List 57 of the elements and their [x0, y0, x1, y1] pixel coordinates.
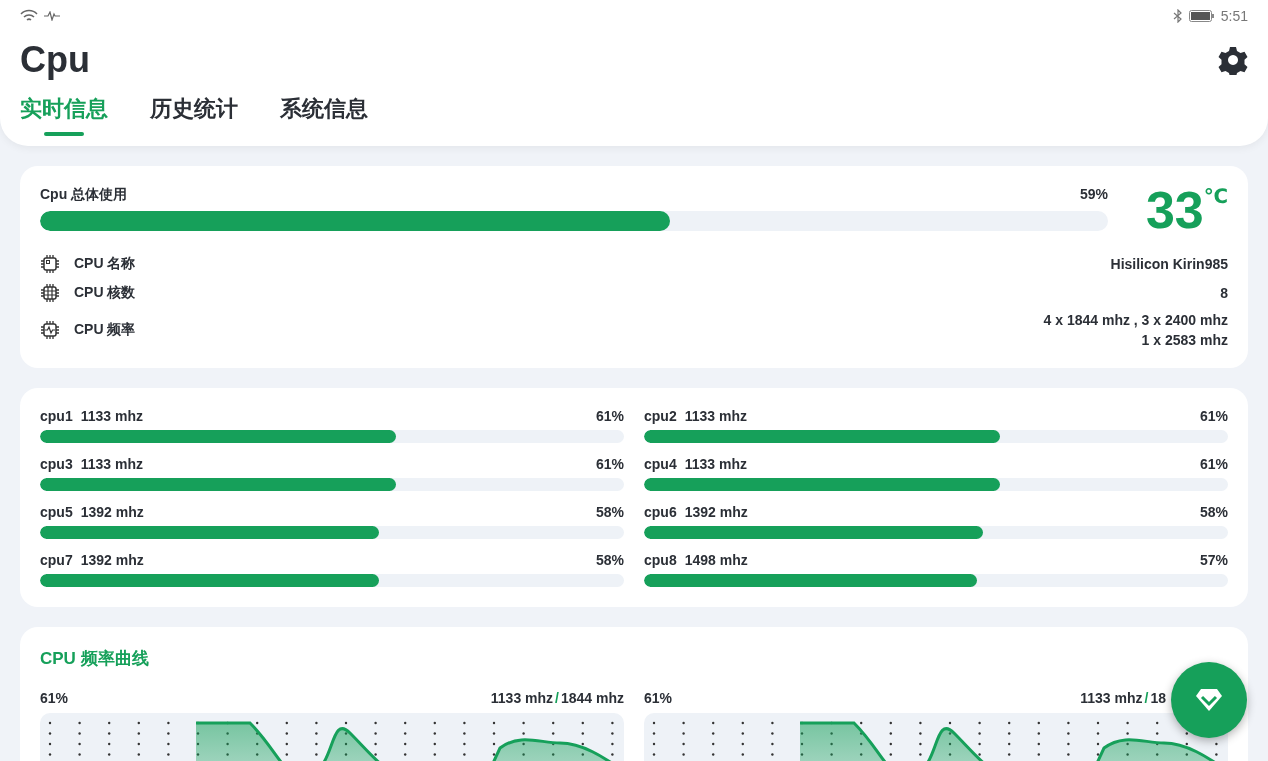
core-reading: 61%: [595, 408, 624, 424]
core-frequency: 1133 mhz: [684, 456, 747, 472]
signal-wave-icon: [44, 11, 60, 21]
core-reading: 58%: [595, 552, 624, 568]
max-frequency: 18: [1150, 690, 1166, 706]
info-value: Hisilicon Kirin985: [1110, 256, 1228, 272]
chip-grid-icon: [40, 283, 60, 303]
tab[interactable]: 系统信息: [280, 94, 368, 136]
curve-reading: 61%: [644, 690, 673, 706]
curve-reading: 61%: [40, 690, 69, 706]
core-name: cpu2: [644, 408, 677, 424]
core-name: cpu5: [40, 504, 73, 520]
core-frequency: 1133 mhz: [684, 408, 747, 424]
core-reading: 61%: [595, 456, 624, 472]
status-time: 5:51: [1220, 8, 1248, 24]
core-reading: 57%: [1199, 552, 1228, 568]
core-name: cpu4: [644, 456, 677, 472]
chip-pulse-icon: [40, 320, 60, 340]
core-frequency: 1392 mhz: [80, 504, 144, 520]
diamond-icon: [1194, 687, 1224, 713]
core-name: cpu1: [40, 408, 73, 424]
max-frequency: 1844 mhz: [560, 690, 624, 706]
info-label: CPU 名称: [74, 255, 136, 273]
core-frequency: 1133 mhz: [80, 408, 143, 424]
temperature-reading: 33: [1145, 184, 1204, 236]
settings-icon[interactable]: [1218, 45, 1248, 75]
bluetooth-icon: [1172, 9, 1183, 23]
core-frequency: 1133 mhz: [80, 456, 143, 472]
core-reading: 61%: [1199, 456, 1228, 472]
info-value: 1 x 2583 mhz: [1141, 332, 1228, 348]
core-name: cpu6: [644, 504, 677, 520]
core-name: cpu8: [644, 552, 677, 568]
core-reading: 61%: [1199, 408, 1228, 424]
tab[interactable]: 历史统计: [150, 94, 238, 136]
usage-label: Cpu 总体使用: [40, 186, 128, 204]
separator: /: [1144, 690, 1149, 706]
section-title: CPU 频率曲线: [40, 648, 150, 670]
core-frequency: 1392 mhz: [80, 552, 144, 568]
wifi-icon: [20, 9, 38, 23]
chip-icon: [40, 254, 60, 274]
core-name: cpu3: [40, 456, 73, 472]
core-frequency: 1498 mhz: [684, 552, 748, 568]
info-value: 4 x 1844 mhz , 3 x 2400 mhz: [1043, 312, 1228, 328]
core-reading: 58%: [595, 504, 624, 520]
info-value: 8: [1220, 285, 1228, 301]
usage-reading: 59%: [1079, 186, 1108, 204]
separator: /: [555, 690, 559, 706]
battery-icon: [1188, 10, 1215, 22]
core-frequency: 1392 mhz: [684, 504, 748, 520]
info-label: CPU 频率: [74, 321, 136, 339]
core-name: cpu7: [40, 552, 73, 568]
info-label: CPU 核数: [74, 284, 136, 302]
page-title: Cpu: [20, 39, 90, 81]
temperature-unit: ℃: [1203, 186, 1228, 206]
core-reading: 58%: [1199, 504, 1228, 520]
current-frequency: 1133 mhz: [490, 690, 554, 706]
current-frequency: 1133 mhz: [1080, 690, 1143, 706]
